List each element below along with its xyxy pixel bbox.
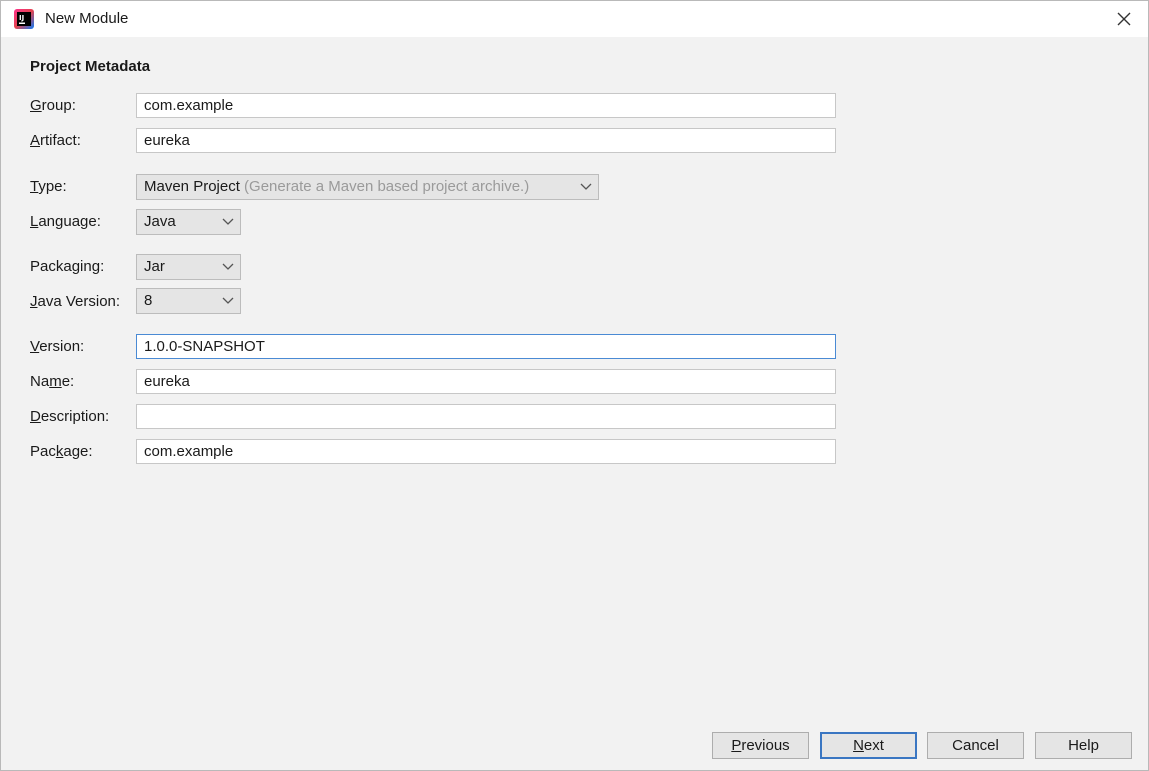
new-module-dialog: IJ New Module Project Metadata Group: Ar…: [0, 0, 1149, 771]
name-label: Name:: [30, 373, 75, 390]
chevron-down-icon: [580, 183, 592, 190]
close-button[interactable]: [1110, 5, 1138, 33]
packaging-select[interactable]: Jar: [136, 254, 241, 280]
java-version-value: 8: [144, 292, 153, 309]
chevron-down-icon: [222, 218, 234, 225]
type-hint: (Generate a Maven based project archive.…: [244, 178, 530, 195]
package-label: Package:: [30, 443, 93, 460]
help-button[interactable]: Help: [1035, 732, 1132, 759]
section-title: Project Metadata: [30, 58, 151, 75]
description-input[interactable]: [136, 404, 836, 429]
chevron-down-icon: [222, 297, 234, 304]
type-label: Type:: [30, 178, 67, 195]
artifact-input[interactable]: [136, 128, 836, 153]
cancel-button[interactable]: Cancel: [927, 732, 1024, 759]
intellij-idea-icon: IJ: [14, 9, 34, 29]
java-version-label: Java Version:: [30, 293, 121, 310]
language-label: Language:: [30, 213, 101, 230]
language-value: Java: [144, 213, 176, 230]
version-label: Version:: [30, 338, 85, 355]
group-input[interactable]: [136, 93, 836, 118]
type-select[interactable]: Maven Project (Generate a Maven based pr…: [136, 174, 599, 200]
next-button[interactable]: Next: [820, 732, 917, 759]
title-bar: IJ New Module: [1, 1, 1148, 37]
close-icon: [1117, 12, 1131, 26]
previous-button[interactable]: Previous: [712, 732, 809, 759]
description-label: Description:: [30, 408, 110, 425]
chevron-down-icon: [222, 263, 234, 270]
window-title: New Module: [45, 10, 129, 27]
type-value: Maven Project: [144, 178, 240, 195]
java-version-select[interactable]: 8: [136, 288, 241, 314]
artifact-label: Artifact:: [30, 132, 81, 149]
version-input[interactable]: [136, 334, 836, 359]
language-select[interactable]: Java: [136, 209, 241, 235]
group-label: Group:: [30, 97, 76, 114]
packaging-label: Packaging:: [30, 258, 105, 275]
package-input[interactable]: [136, 439, 836, 464]
packaging-value: Jar: [144, 258, 165, 275]
name-input[interactable]: [136, 369, 836, 394]
svg-text:IJ: IJ: [19, 14, 24, 22]
